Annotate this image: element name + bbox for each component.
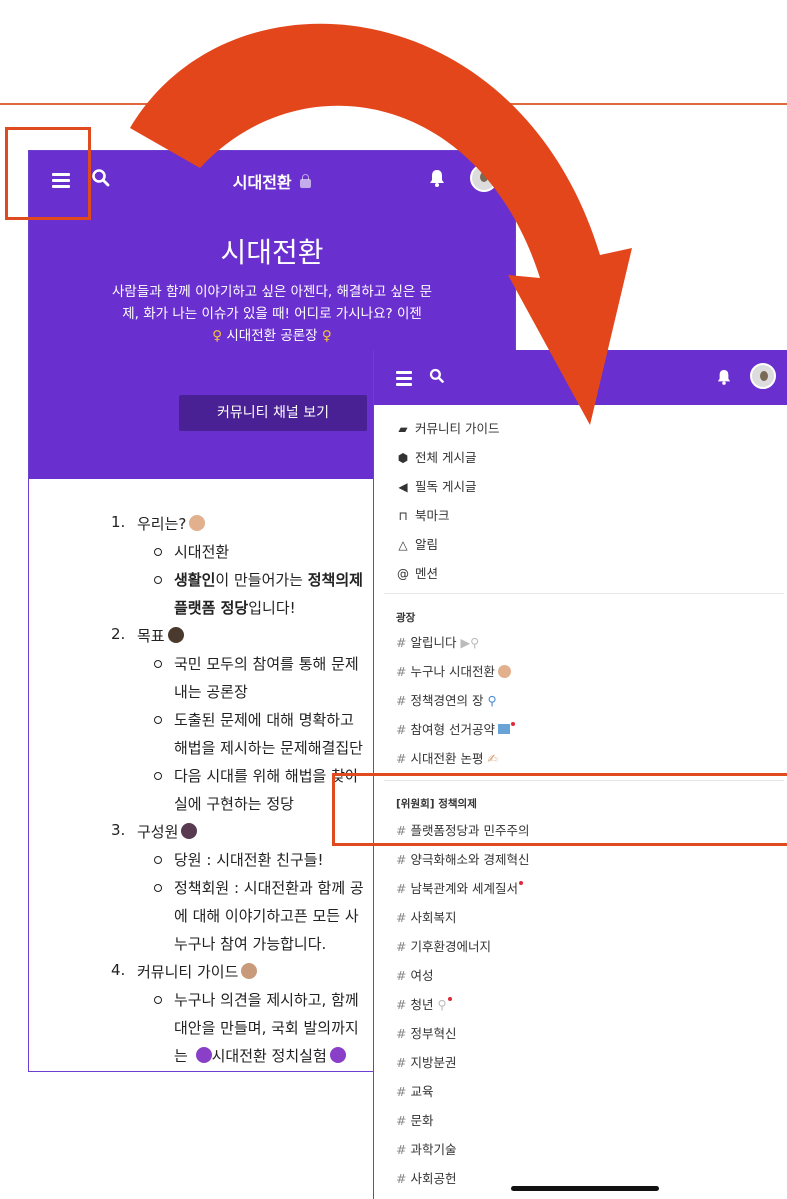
- curved-arrow-icon: [130, 23, 632, 426]
